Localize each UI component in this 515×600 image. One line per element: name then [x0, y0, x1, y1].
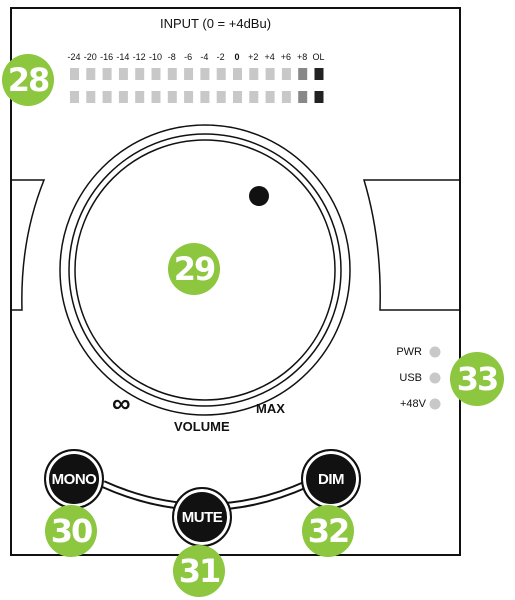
meter-led-segment [249, 91, 259, 103]
meter-led-segment [151, 91, 161, 103]
meter-led-segment [249, 68, 259, 80]
right-side-contour [362, 179, 460, 311]
left-side-contour [11, 179, 46, 311]
meter-led-segment [118, 91, 128, 103]
mono-button-label: MONO [51, 470, 97, 488]
input-meter-leds [70, 68, 324, 103]
meter-led-segment [70, 91, 79, 103]
meter-led-segment [184, 91, 194, 103]
meter-led-segment [298, 91, 308, 103]
mute-button[interactable]: MUTE [172, 487, 232, 547]
device-panel-diagram: INPUT (0 = +4dBu) -24 -20 -16 -14 -12 -10 -8 -6… [0, 0, 515, 600]
callout-28: 28 [2, 54, 54, 106]
mono-button[interactable]: MONO [44, 449, 104, 509]
mute-button-label: MUTE [181, 508, 223, 526]
dim-button[interactable]: DIM [301, 449, 361, 509]
volume-min-label: ∞ [112, 388, 131, 418]
status-led-dots [429, 346, 441, 410]
meter-led-segment [281, 68, 291, 80]
meter-led-segment [216, 68, 226, 80]
meter-led-segment [167, 68, 177, 80]
meter-led-segment [118, 68, 128, 80]
meter-led-segment [86, 91, 96, 103]
meter-led-segment [135, 91, 145, 103]
meter-led-segment [102, 68, 112, 80]
meter-led-segment [281, 91, 291, 103]
meter-led-segment [151, 68, 161, 80]
status-led-dot [429, 398, 441, 410]
meter-led-segment [200, 68, 210, 80]
meter-led-segment [233, 91, 242, 103]
meter-led-segment [298, 68, 308, 80]
meter-led-segment [86, 68, 96, 80]
led-label-usb: USB [399, 372, 422, 384]
meter-led-segment [265, 91, 275, 103]
meter-led-segment [167, 91, 177, 103]
callout-32: 32 [302, 505, 354, 557]
meter-led-segment [200, 91, 210, 103]
led-label-48v: +48V [400, 398, 426, 410]
callout-29: 29 [168, 243, 220, 295]
meter-led-segment [314, 68, 324, 80]
meter-led-segment [135, 68, 145, 80]
dim-button-label: DIM [318, 470, 345, 488]
meter-led-segment [70, 68, 79, 80]
callout-33: 33 [450, 352, 504, 406]
meter-tick-label: OL [312, 52, 325, 62]
callout-31: 31 [173, 545, 225, 597]
status-led-dot [429, 372, 441, 384]
meter-led-segment [314, 91, 324, 103]
meter-led-segment [233, 68, 242, 80]
led-label-pwr: PWR [396, 346, 422, 358]
callout-30: 30 [45, 505, 97, 557]
meter-led-segment [265, 68, 275, 80]
meter-led-segment [216, 91, 226, 103]
meter-led-segment [184, 68, 194, 80]
meter-led-segment [102, 91, 112, 103]
volume-label: VOLUME [174, 419, 230, 434]
status-led-dot [429, 346, 441, 358]
input-meter-title: INPUT (0 = +4dBu) [160, 16, 272, 31]
volume-max-label: MAX [256, 401, 285, 416]
